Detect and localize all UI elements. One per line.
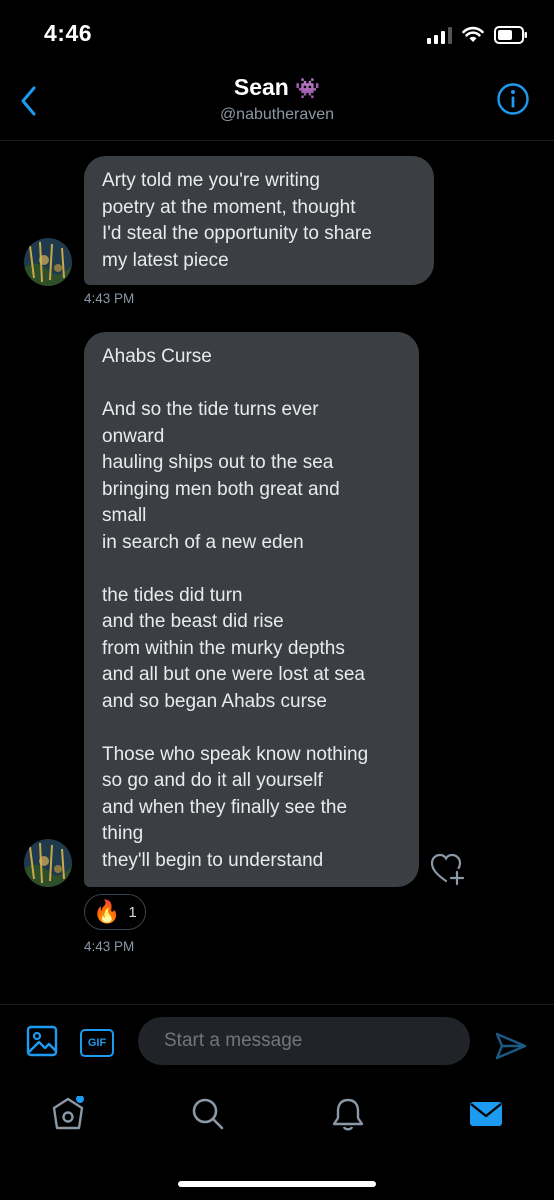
message-line: and when they finally see the bbox=[102, 796, 348, 818]
send-icon[interactable] bbox=[494, 1029, 528, 1063]
message-timestamp: 4:43 PM bbox=[84, 939, 135, 954]
envelope-icon[interactable] bbox=[468, 1096, 504, 1132]
message-line: from within the murky depths bbox=[102, 637, 345, 659]
message-line bbox=[102, 715, 401, 742]
message-line: I'd steal the opportunity to share bbox=[102, 223, 372, 244]
message-line: And so the tide turns ever bbox=[102, 399, 319, 420]
message-line bbox=[102, 371, 401, 398]
contact-name-row[interactable]: Sean 👾 bbox=[0, 74, 554, 101]
message-line: so go and do it all yourself bbox=[102, 770, 323, 791]
avatar[interactable] bbox=[24, 238, 72, 286]
message-line: they'll begin to understand bbox=[102, 849, 324, 871]
message-line: and so began Ahabs curse bbox=[102, 690, 328, 712]
bell-icon[interactable] bbox=[330, 1096, 366, 1132]
message-line bbox=[102, 556, 401, 583]
message-line: onward bbox=[102, 425, 165, 447]
add-reaction-icon[interactable] bbox=[430, 852, 466, 886]
message-line: Arty told me you're writing bbox=[102, 170, 320, 191]
status-bar: 4:46 bbox=[0, 0, 554, 70]
signal-icon bbox=[427, 26, 452, 44]
home-indicator bbox=[178, 1181, 376, 1187]
message-line: my latest piece bbox=[102, 249, 229, 271]
contact-emoji: 👾 bbox=[295, 78, 321, 100]
compose-bar: GIF bbox=[0, 1004, 554, 1079]
contact-name: Sean bbox=[233, 74, 289, 100]
image-icon[interactable] bbox=[26, 1025, 58, 1057]
fire-emoji: 🔥 bbox=[93, 899, 121, 924]
contact-handle: @nabutheraven bbox=[219, 106, 335, 123]
message-bubble[interactable]: Ahabs Curse And so the tide turns ever o… bbox=[84, 332, 419, 887]
conversation-header: Sean 👾 @nabutheraven bbox=[0, 70, 554, 141]
info-icon[interactable] bbox=[496, 82, 530, 116]
message-line: hauling ships out to the sea bbox=[102, 452, 334, 473]
battery-icon bbox=[494, 26, 527, 44]
message-line: poetry at the moment, thought bbox=[102, 196, 356, 218]
gif-button[interactable]: GIF bbox=[80, 1029, 114, 1057]
message-bubble[interactable]: Arty told me you're writing poetry at th… bbox=[84, 156, 434, 285]
message-line: bringing men both great and bbox=[102, 478, 340, 500]
reaction-count: 1 bbox=[128, 903, 137, 921]
message-line: and all but one were lost at sea bbox=[102, 664, 366, 685]
status-time: 4:46 bbox=[44, 20, 93, 46]
message-line: Ahabs Curse bbox=[102, 346, 212, 367]
avatar[interactable] bbox=[24, 839, 72, 887]
message-input[interactable] bbox=[138, 1017, 470, 1065]
message-line: in search of a new eden bbox=[102, 531, 304, 553]
message-line: Those who speak know nothing bbox=[102, 743, 369, 765]
message-line: thing bbox=[102, 823, 144, 844]
message-timestamp: 4:43 PM bbox=[84, 291, 135, 306]
reaction-chip[interactable]: 🔥 1 bbox=[84, 894, 146, 930]
status-icons bbox=[427, 24, 528, 46]
message-line: the tides did turn bbox=[102, 584, 243, 606]
wifi-icon bbox=[462, 26, 484, 42]
message-line: and the beast did rise bbox=[102, 611, 284, 632]
search-icon[interactable] bbox=[190, 1096, 226, 1132]
home-icon[interactable] bbox=[50, 1096, 86, 1132]
message-line: small bbox=[102, 505, 147, 526]
